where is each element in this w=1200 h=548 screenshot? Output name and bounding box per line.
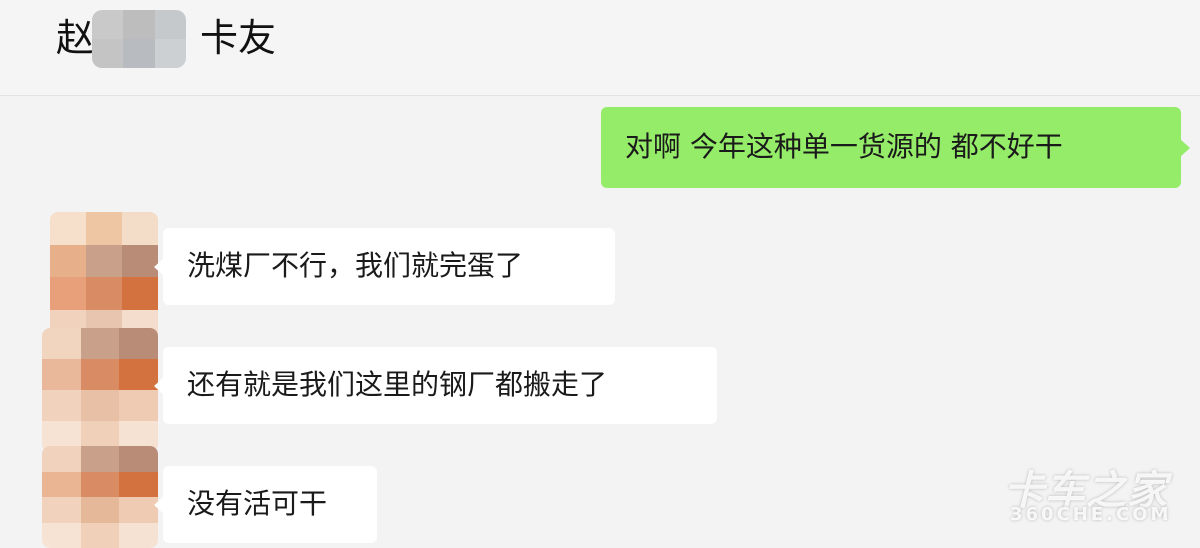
contact-avatar[interactable] [42, 446, 158, 548]
contact-avatar[interactable] [50, 212, 158, 342]
contact-name-suffix: 卡友 [200, 16, 277, 60]
name-redaction-mosaic [92, 10, 186, 68]
received-message-bubble[interactable]: 没有活可干 [154, 466, 377, 543]
received-message-bubble[interactable]: 还有就是我们这里的钢厂都搬走了 [154, 347, 717, 424]
chat-header: 赵 卡友 [0, 0, 1200, 96]
message-text: 还有就是我们这里的钢厂都搬走了 [187, 368, 608, 401]
received-message-bubble[interactable]: 洗煤厂不行，我们就完蛋了 [154, 228, 615, 305]
message-text: 对啊 今年这种单一货源的 都不好干 [625, 130, 1063, 163]
message-text: 洗煤厂不行，我们就完蛋了 [187, 249, 524, 282]
contact-avatar[interactable] [42, 328, 158, 452]
watermark-domain: 360CHE.COM [1010, 504, 1172, 525]
message-text: 没有活可干 [187, 487, 328, 520]
contact-name-prefix: 赵 [56, 16, 95, 60]
site-watermark: 卡车之家 360CHE.COM [1004, 458, 1174, 528]
sent-message-bubble[interactable]: 对啊 今年这种单一货源的 都不好干 [601, 107, 1190, 188]
